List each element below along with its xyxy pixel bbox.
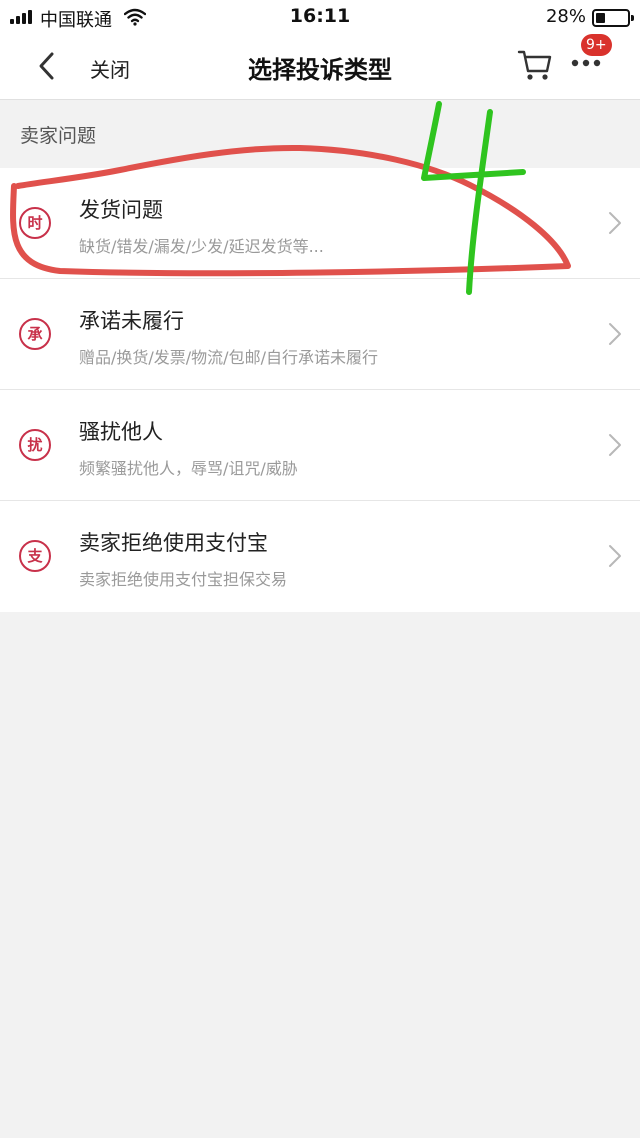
complaint-type-list: 时 发货问题 缺货/错发/漏发/少发/延迟发货等... 承 承诺未履行 赠品/换… <box>0 168 640 612</box>
time-badge-icon: 时 <box>19 207 51 239</box>
list-item-promise-unfulfilled[interactable]: 承 承诺未履行 赠品/换货/发票/物流/包邮/自行承诺未履行 <box>0 279 640 390</box>
battery-icon <box>592 9 634 27</box>
list-item-title: 骚扰他人 <box>79 420 163 444</box>
list-item-title: 承诺未履行 <box>79 309 184 333</box>
harassment-badge-icon: 扰 <box>19 429 51 461</box>
chevron-right-icon <box>609 212 621 234</box>
promise-badge-icon: 承 <box>19 318 51 350</box>
list-item-subtitle: 频繁骚扰他人，辱骂/诅咒/威胁 <box>79 459 298 478</box>
list-item-shipping-issue[interactable]: 时 发货问题 缺货/错发/漏发/少发/延迟发货等... <box>0 168 640 279</box>
list-item-subtitle: 缺货/错发/漏发/少发/延迟发货等... <box>79 237 324 256</box>
list-item-title: 卖家拒绝使用支付宝 <box>79 531 268 555</box>
chevron-right-icon <box>609 323 621 345</box>
chevron-right-icon <box>609 545 621 567</box>
complaint-type-screen: 中国联通 16:11 28% 关闭 选择投诉类型 9+ 卖家问题 时 发货问题 … <box>0 0 640 1138</box>
list-item-subtitle: 赠品/换货/发票/物流/包邮/自行承诺未履行 <box>79 348 378 367</box>
chevron-right-icon <box>609 434 621 456</box>
shopping-cart-icon[interactable] <box>515 44 555 84</box>
list-item-title: 发货问题 <box>79 198 163 222</box>
clock-time: 16:11 <box>289 5 351 27</box>
notification-badge: 9+ <box>581 34 612 56</box>
section-title: 卖家问题 <box>20 125 97 147</box>
status-bar: 中国联通 16:11 28% <box>0 0 640 34</box>
alipay-badge-icon: 支 <box>19 540 51 572</box>
navigation-bar: 关闭 选择投诉类型 9+ <box>0 34 640 100</box>
list-item-refuse-alipay[interactable]: 支 卖家拒绝使用支付宝 卖家拒绝使用支付宝担保交易 <box>0 501 640 612</box>
list-item-subtitle: 卖家拒绝使用支付宝担保交易 <box>79 570 288 589</box>
battery-percentage: 28% <box>545 6 586 27</box>
more-options-icon[interactable] <box>570 56 604 70</box>
list-item-harassment[interactable]: 扰 骚扰他人 频繁骚扰他人，辱骂/诅咒/威胁 <box>0 390 640 501</box>
